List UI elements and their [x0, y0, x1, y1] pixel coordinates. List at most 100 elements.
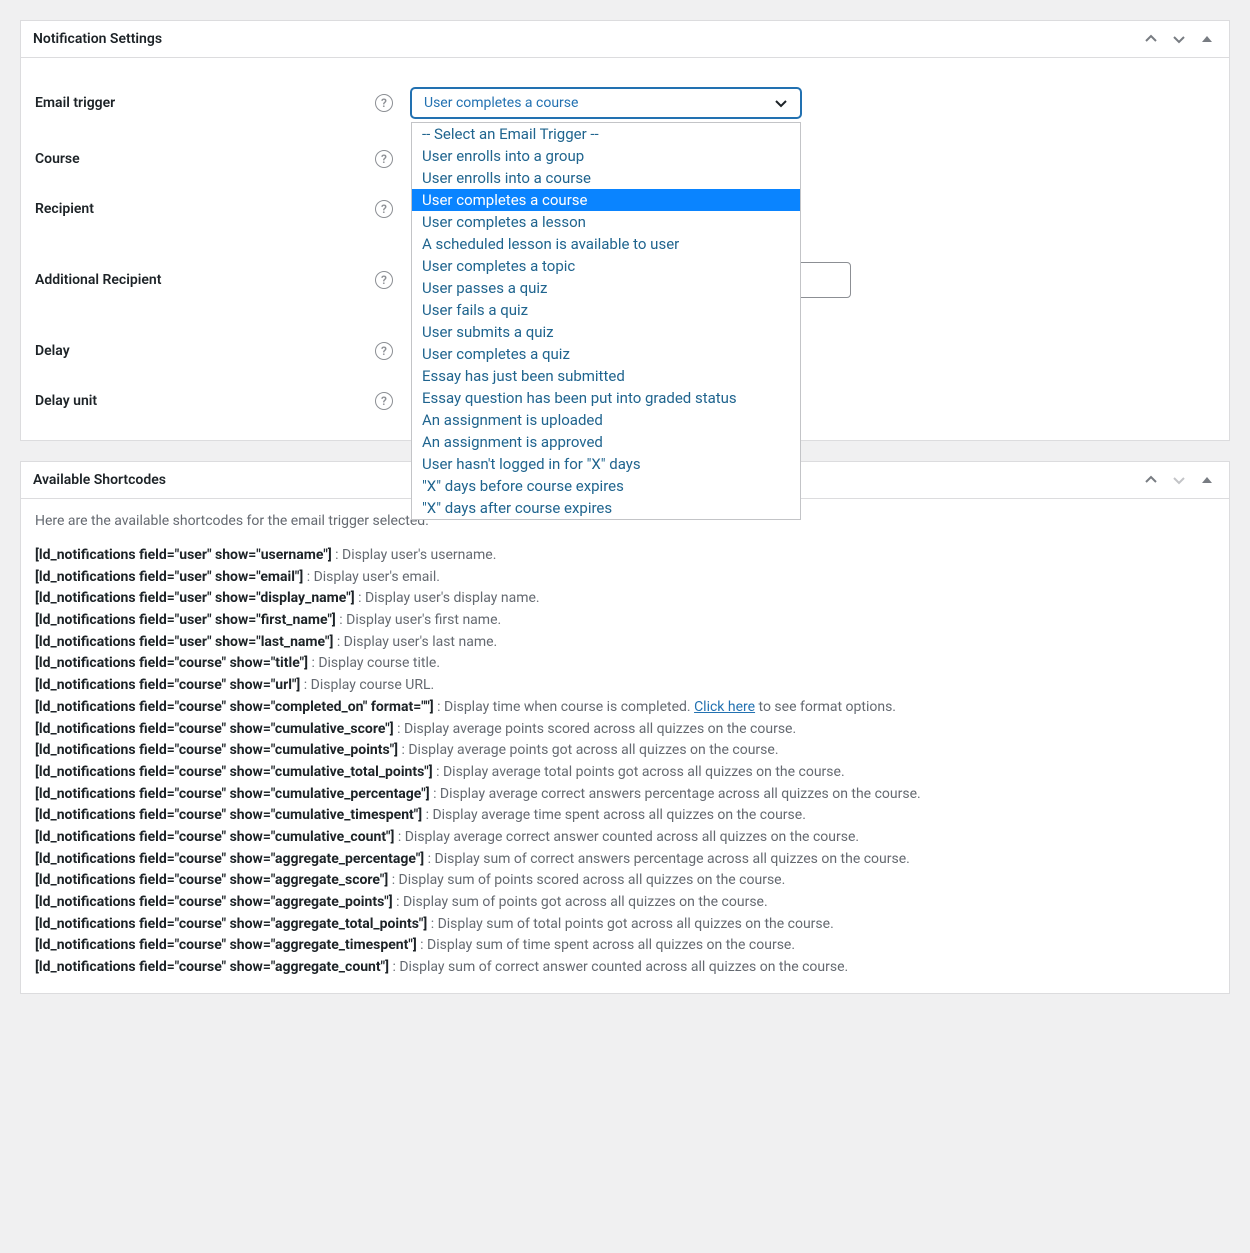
- shortcode-line: [ld_notifications field="course" show="u…: [35, 675, 1215, 697]
- shortcode-code: [ld_notifications field="course" show="c…: [35, 786, 430, 802]
- shortcode-line: [ld_notifications field="course" show="a…: [35, 914, 1215, 936]
- shortcode-list: [ld_notifications field="user" show="use…: [35, 545, 1215, 979]
- email-trigger-row: Email trigger ? User completes a course …: [35, 72, 1215, 134]
- help-icon[interactable]: ?: [375, 342, 393, 360]
- shortcode-desc: : Display sum of time spent across all q…: [417, 937, 795, 953]
- shortcode-code: [ld_notifications field="user" show="dis…: [35, 590, 355, 606]
- help-icon[interactable]: ?: [375, 150, 393, 168]
- dropdown-option[interactable]: User fails a quiz: [412, 299, 800, 321]
- panel-controls: [1141, 29, 1217, 49]
- shortcode-line: [ld_notifications field="course" show="c…: [35, 719, 1215, 741]
- shortcode-desc: : Display sum of points got across all q…: [393, 894, 768, 910]
- shortcode-code: [ld_notifications field="course" show="t…: [35, 655, 308, 671]
- dropdown-option[interactable]: User hasn't logged in for "X" days: [412, 453, 800, 475]
- shortcode-code: [ld_notifications field="course" show="c…: [35, 829, 394, 845]
- course-label: Course: [35, 151, 375, 167]
- dropdown-option[interactable]: "X" days after course expires: [412, 497, 800, 519]
- shortcode-line: [ld_notifications field="course" show="t…: [35, 653, 1215, 675]
- dropdown-option[interactable]: A scheduled lesson is available to user: [412, 233, 800, 255]
- delay-label: Delay: [35, 343, 375, 359]
- shortcode-code: [ld_notifications field="course" show="c…: [35, 742, 398, 758]
- available-shortcodes-panel: Available Shortcodes Here are the availa…: [20, 461, 1230, 994]
- shortcode-desc: : Display course URL.: [300, 677, 434, 693]
- help-icon[interactable]: ?: [375, 271, 393, 289]
- dropdown-option[interactable]: User completes a lesson: [412, 211, 800, 233]
- shortcode-line: [ld_notifications field="user" show="use…: [35, 545, 1215, 567]
- shortcode-code: [ld_notifications field="course" show="a…: [35, 894, 393, 910]
- shortcode-line: [ld_notifications field="course" show="c…: [35, 740, 1215, 762]
- shortcode-line: [ld_notifications field="course" show="a…: [35, 870, 1215, 892]
- shortcode-code: [ld_notifications field="course" show="a…: [35, 959, 389, 975]
- shortcode-code: [ld_notifications field="course" show="c…: [35, 807, 422, 823]
- email-trigger-label: Email trigger: [35, 95, 375, 111]
- additional-recipient-label: Additional Recipient: [35, 272, 375, 288]
- email-trigger-dropdown: -- Select an Email Trigger --User enroll…: [411, 122, 801, 520]
- select-value: User completes a course: [424, 95, 578, 111]
- help-icon[interactable]: ?: [375, 392, 393, 410]
- shortcode-code: [ld_notifications field="course" show="a…: [35, 916, 427, 932]
- shortcode-code: [ld_notifications field="course" show="a…: [35, 851, 424, 867]
- shortcode-code: [ld_notifications field="course" show="c…: [35, 699, 434, 715]
- help-icon[interactable]: ?: [375, 200, 393, 218]
- format-options-link[interactable]: Click here: [694, 699, 755, 715]
- dropdown-option[interactable]: Essay has just been submitted: [412, 365, 800, 387]
- shortcode-desc: : Display average points scored across a…: [394, 721, 797, 737]
- panel-title: Available Shortcodes: [33, 472, 166, 488]
- dropdown-option[interactable]: User passes a quiz: [412, 277, 800, 299]
- dropdown-option[interactable]: An assignment is uploaded: [412, 409, 800, 431]
- dropdown-option[interactable]: User submits a quiz: [412, 321, 800, 343]
- dropdown-option[interactable]: -- Select an Email Trigger --: [412, 123, 800, 145]
- move-up-icon[interactable]: [1141, 29, 1161, 49]
- move-down-icon[interactable]: [1169, 470, 1189, 490]
- shortcode-line: [ld_notifications field="course" show="a…: [35, 892, 1215, 914]
- dropdown-option[interactable]: User completes a course: [412, 189, 800, 211]
- delay-unit-label: Delay unit: [35, 393, 375, 409]
- shortcode-code: [ld_notifications field="user" show="fir…: [35, 612, 336, 628]
- shortcode-desc: : Display average points got across all …: [398, 742, 779, 758]
- shortcode-code: [ld_notifications field="user" show="las…: [35, 634, 333, 650]
- shortcode-code: [ld_notifications field="course" show="a…: [35, 872, 388, 888]
- email-trigger-select-wrapper: User completes a course -- Select an Ema…: [411, 88, 801, 118]
- dropdown-option[interactable]: Essay question has been put into graded …: [412, 387, 800, 409]
- dropdown-option[interactable]: "X" days before course expires: [412, 475, 800, 497]
- shortcode-desc: : Display user's display name.: [355, 590, 540, 606]
- help-icon[interactable]: ?: [375, 94, 393, 112]
- shortcode-line: [ld_notifications field="user" show="ema…: [35, 567, 1215, 589]
- shortcode-code: [ld_notifications field="course" show="c…: [35, 721, 394, 737]
- shortcode-line: [ld_notifications field="user" show="las…: [35, 632, 1215, 654]
- move-up-icon[interactable]: [1141, 470, 1161, 490]
- shortcode-desc: : Display user's first name.: [336, 612, 501, 628]
- shortcode-desc: : Display course title.: [308, 655, 440, 671]
- chevron-down-icon: [774, 96, 788, 110]
- shortcode-line: [ld_notifications field="course" show="a…: [35, 957, 1215, 979]
- shortcode-desc: : Display sum of correct answers percent…: [424, 851, 910, 867]
- shortcode-line: [ld_notifications field="course" show="c…: [35, 784, 1215, 806]
- dropdown-option[interactable]: User completes a quiz: [412, 343, 800, 365]
- panel-controls: [1141, 470, 1217, 490]
- dropdown-option[interactable]: An assignment is approved: [412, 431, 800, 453]
- email-trigger-select[interactable]: User completes a course: [411, 88, 801, 118]
- dropdown-option[interactable]: User enrolls into a course: [412, 167, 800, 189]
- shortcode-code: [ld_notifications field="course" show="a…: [35, 937, 417, 953]
- shortcode-line: [ld_notifications field="user" show="dis…: [35, 588, 1215, 610]
- move-down-icon[interactable]: [1169, 29, 1189, 49]
- shortcode-code: [ld_notifications field="course" show="c…: [35, 764, 433, 780]
- dropdown-option[interactable]: User enrolls into a group: [412, 145, 800, 167]
- shortcode-line: [ld_notifications field="user" show="fir…: [35, 610, 1215, 632]
- shortcode-desc: : Display average correct answers percen…: [430, 786, 921, 802]
- panel-body: Here are the available shortcodes for th…: [21, 499, 1229, 993]
- shortcode-desc: : Display time when course is completed.: [434, 699, 694, 715]
- shortcode-desc: : Display sum of total points got across…: [427, 916, 834, 932]
- shortcode-desc: : Display average total points got acros…: [433, 764, 845, 780]
- shortcode-desc-after: to see format options.: [755, 699, 896, 715]
- collapse-icon[interactable]: [1197, 29, 1217, 49]
- collapse-icon[interactable]: [1197, 470, 1217, 490]
- notification-settings-panel: Notification Settings Email trigger ? Us…: [20, 20, 1230, 441]
- shortcode-desc: : Display sum of correct answer counted …: [389, 959, 848, 975]
- dropdown-option[interactable]: User completes a topic: [412, 255, 800, 277]
- panel-body: Email trigger ? User completes a course …: [21, 58, 1229, 440]
- shortcode-line: [ld_notifications field="course" show="a…: [35, 935, 1215, 957]
- shortcode-line: [ld_notifications field="course" show="c…: [35, 805, 1215, 827]
- shortcode-line: [ld_notifications field="course" show="c…: [35, 827, 1215, 849]
- recipient-label: Recipient: [35, 201, 375, 217]
